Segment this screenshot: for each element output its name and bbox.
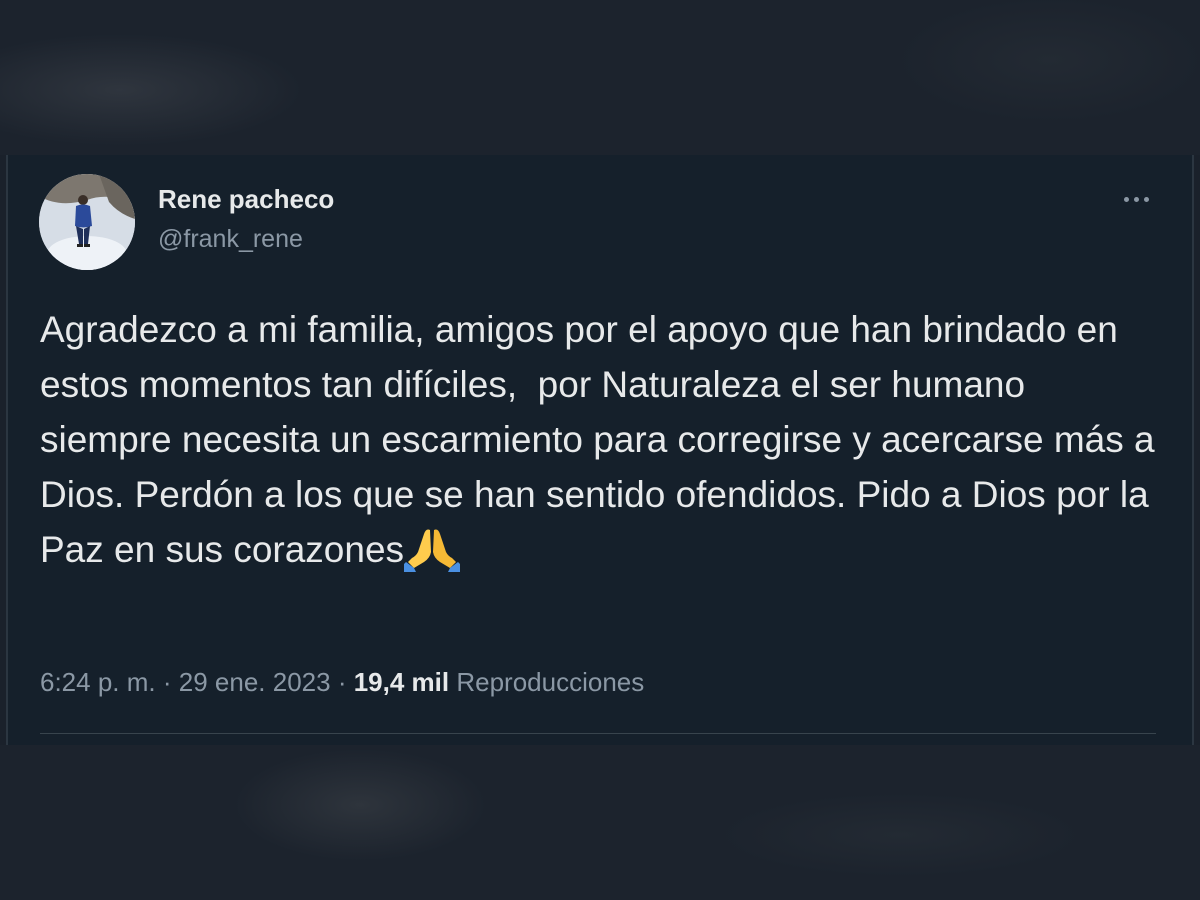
tweet-time[interactable]: 6:24 p. m. — [40, 667, 156, 697]
divider — [40, 733, 1156, 734]
views-count: 19,4 mil — [353, 667, 450, 697]
tweet-card[interactable]: Rene pacheco @frank_rene Agradezco a mi … — [6, 155, 1194, 745]
tweet-metadata: 6:24 p. m. · 29 ene. 2023 · 19,4 mil Rep… — [40, 667, 644, 698]
tweet-date[interactable]: 29 ene. 2023 — [179, 667, 331, 697]
views-label: Reproducciones — [456, 667, 645, 697]
user-handle[interactable]: @frank_rene — [158, 225, 303, 254]
meta-separator: · — [162, 667, 172, 697]
avatar[interactable] — [39, 174, 135, 270]
blurred-background-top — [0, 0, 1200, 155]
user-display-name[interactable]: Rene pacheco — [158, 184, 334, 215]
page-backdrop: Rene pacheco @frank_rene Agradezco a mi … — [0, 0, 1200, 900]
more-horizontal-icon — [1123, 196, 1129, 202]
more-horizontal-icon-dot — [1143, 196, 1149, 202]
avatar-photo-icon — [39, 174, 135, 270]
tweet-text: Agradezco a mi familia, amigos por el ap… — [40, 302, 1160, 577]
blurred-background-bottom — [0, 745, 1200, 900]
folded-hands-emoji-icon — [404, 529, 461, 572]
more-horizontal-icon-dot — [1133, 196, 1139, 202]
more-options-button[interactable] — [1116, 185, 1156, 213]
tweet-text-content: Agradezco a mi familia, amigos por el ap… — [40, 309, 1165, 570]
meta-separator: · — [337, 667, 347, 697]
